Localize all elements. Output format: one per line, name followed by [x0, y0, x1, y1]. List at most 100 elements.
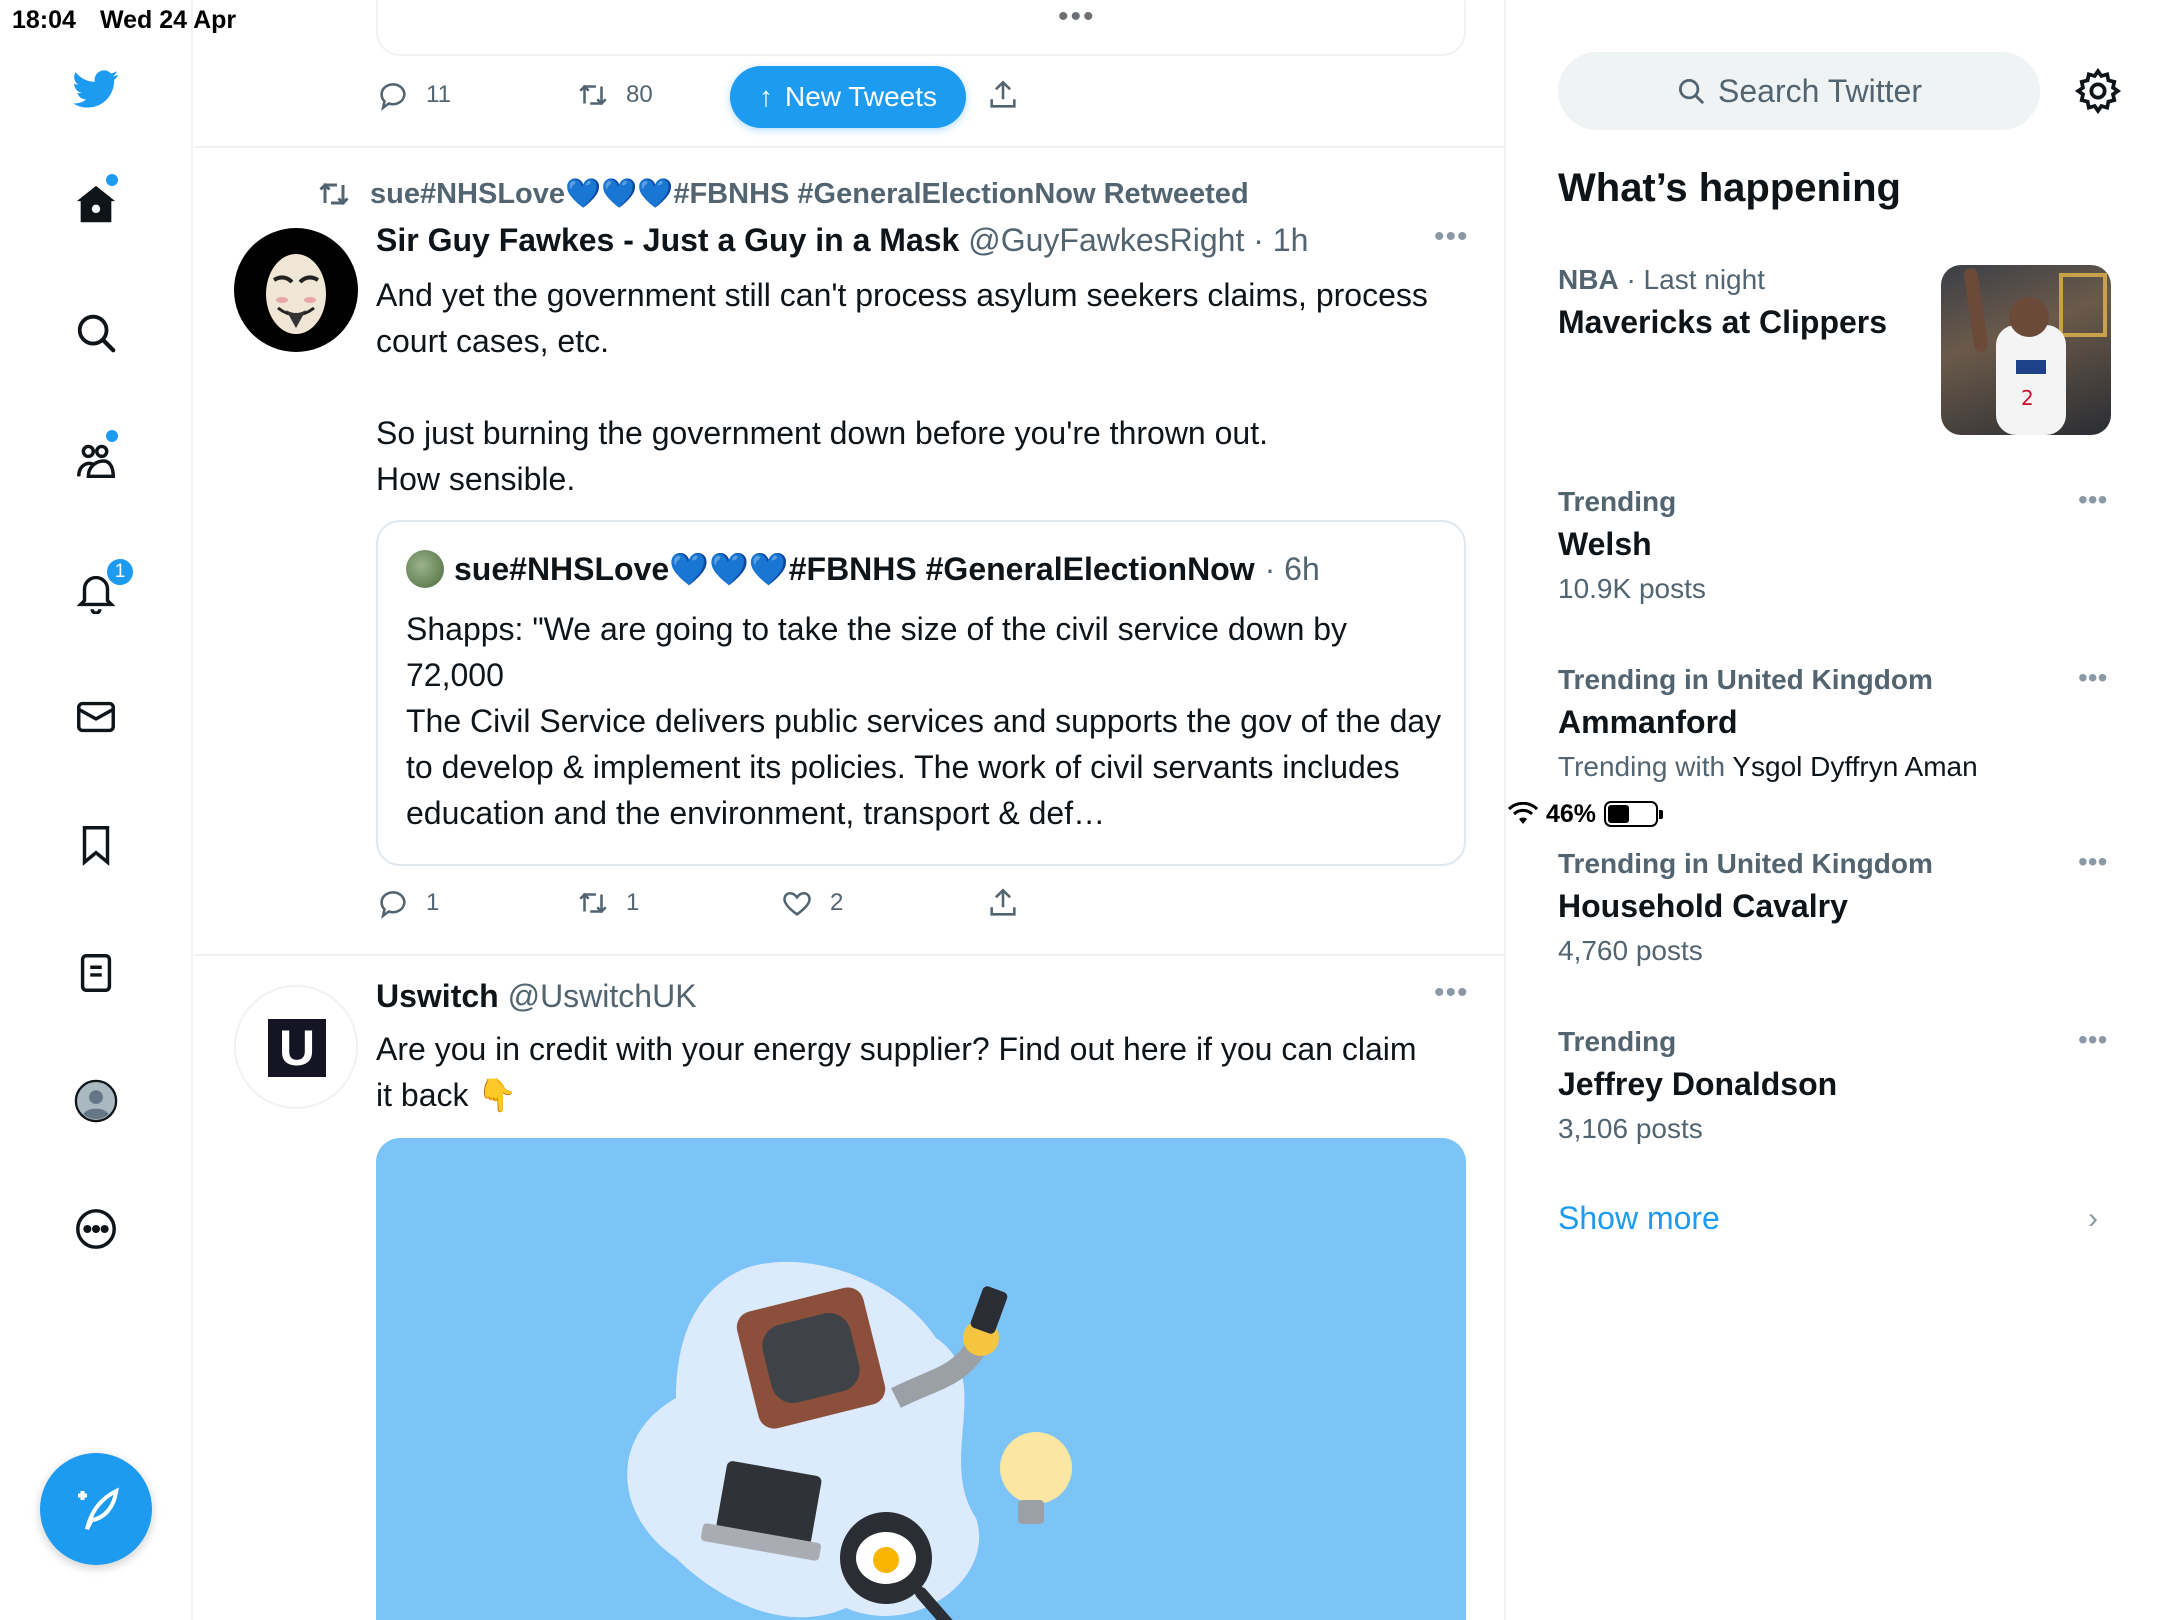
reply-button[interactable]: 11: [376, 78, 451, 112]
more-icon[interactable]: [71, 1204, 121, 1254]
home-unread-dot: [106, 174, 118, 186]
trend-category: Trending: [1558, 486, 1677, 517]
share-icon: [990, 888, 1016, 916]
trend-time: · Last night: [1626, 264, 1765, 295]
svg-text:2: 2: [2021, 386, 2034, 410]
retweet-count: 80: [626, 81, 653, 108]
divider: [194, 146, 1504, 148]
trend-item[interactable]: Trending Welsh 10.9K posts: [1558, 486, 2118, 605]
trending-with-link[interactable]: Ysgol Dyffryn Aman: [1732, 751, 1977, 782]
reply-icon: [380, 891, 406, 919]
trend-item[interactable]: NBA · Last night Mavericks at Clippers: [1558, 264, 1938, 341]
quoted-tweet-header: sue#NHSLove💙💙💙#FBNHS #GeneralElectionNow…: [406, 550, 1320, 588]
search-icon: [1679, 79, 1704, 104]
tweet-media-image[interactable]: [376, 1138, 1466, 1620]
trend-category: Trending: [1558, 1026, 1677, 1057]
divider: [194, 954, 1504, 956]
timeline: 11 80 ↑ New Tweets sue#NHSLove💙💙💙#FBNHS …: [194, 0, 1506, 1620]
trend-more-button[interactable]: •••: [2078, 484, 2107, 516]
trend-title: Household Cavalry: [1558, 888, 1848, 924]
gear-icon: [2074, 67, 2122, 115]
arrow-up-icon: ↑: [759, 81, 773, 112]
retweet-icon: [319, 182, 349, 206]
reply-count: 11: [426, 81, 451, 108]
trend-post-count: 3,106 posts: [1558, 1113, 1703, 1144]
author-name[interactable]: Uswitch: [376, 978, 499, 1014]
tweet-text: Are you in credit with your energy suppl…: [376, 1031, 1417, 1113]
quoted-author-avatar: [406, 550, 444, 588]
quoted-tweet-time: · 6h: [1264, 550, 1320, 587]
trend-item[interactable]: Trending Jeffrey Donaldson 3,106 posts: [1558, 1026, 2118, 1145]
author-handle[interactable]: @GuyFawkesRight: [968, 222, 1244, 258]
trend-more-button[interactable]: •••: [2078, 662, 2107, 694]
notification-count-badge: 1: [104, 556, 136, 588]
trend-title: Mavericks at Clippers: [1558, 304, 1888, 340]
communities-unread-dot: [106, 430, 118, 442]
trend-title: Welsh: [1558, 526, 1652, 562]
tweet-time[interactable]: · 1h: [1253, 222, 1308, 258]
reply-button[interactable]: 1: [376, 886, 439, 920]
trend-more-button[interactable]: •••: [2078, 846, 2107, 878]
trend-post-count: 10.9K posts: [1558, 573, 1706, 604]
previous-tweet-card-edge: [376, 0, 1466, 56]
author-name[interactable]: Sir Guy Fawkes - Just a Guy in a Mask: [376, 222, 959, 258]
compose-tweet-button[interactable]: [40, 1453, 152, 1565]
quoted-tweet-text: Shapps: "We are going to take the size o…: [406, 611, 1442, 831]
trend-category: NBA: [1558, 264, 1619, 295]
author-handle[interactable]: @UswitchUK: [508, 978, 697, 1014]
right-sidebar: Search Twitter What’s happening NBA · La…: [1508, 0, 2160, 1620]
tweet-more-button[interactable]: •••: [1434, 220, 1469, 254]
retweeted-by-text: sue#NHSLove💙💙💙#FBNHS #GeneralElectionNow…: [370, 178, 1249, 210]
show-more-link[interactable]: Show more: [1558, 1200, 1720, 1237]
lists-icon[interactable]: [71, 948, 121, 998]
search-icon[interactable]: [71, 308, 121, 358]
trend-thumbnail-image[interactable]: 2: [1941, 265, 2111, 435]
trend-post-count: 4,760 posts: [1558, 935, 1703, 966]
trend-title: Jeffrey Donaldson: [1558, 1066, 1838, 1102]
retweet-icon: [579, 892, 607, 914]
quoted-author-name: sue#NHSLove💙💙💙#FBNHS #GeneralElectionNow: [454, 551, 1255, 587]
share-button[interactable]: [986, 78, 1020, 112]
trend-title: Ammanford: [1558, 704, 1738, 740]
retweet-icon: [579, 84, 607, 106]
search-field[interactable]: Search Twitter: [1558, 52, 2040, 130]
home-icon[interactable]: [71, 180, 121, 230]
search-placeholder: Search Twitter: [1718, 72, 1922, 109]
retweeted-by-line[interactable]: sue#NHSLove💙💙💙#FBNHS #GeneralElectionNow…: [316, 176, 1249, 212]
tweet-author-row: Sir Guy Fawkes - Just a Guy in a Mask @G…: [376, 222, 1308, 259]
retweet-button[interactable]: 80: [576, 78, 653, 112]
trend-item[interactable]: Trending in United Kingdom Ammanford Tre…: [1558, 664, 2118, 783]
communities-icon[interactable]: [71, 436, 121, 486]
tweet-more-button[interactable]: •••: [1434, 976, 1469, 1010]
twitter-logo-icon[interactable]: [71, 64, 121, 114]
trend-more-button[interactable]: •••: [2078, 1024, 2107, 1056]
whats-happening-heading: What’s happening: [1558, 166, 1901, 210]
profile-icon[interactable]: [71, 1076, 121, 1126]
uswitch-avatar[interactable]: U: [234, 985, 358, 1109]
reply-count: 1: [426, 889, 440, 916]
reply-icon: [380, 83, 406, 111]
lightbulb-emoji: [1000, 1432, 1072, 1524]
share-icon: [990, 80, 1016, 108]
left-navigation: 1: [0, 0, 193, 1620]
tweet-author-row: Uswitch @UswitchUK: [376, 978, 697, 1015]
uswitch-logo: U: [268, 1019, 326, 1077]
trend-item[interactable]: Trending in United Kingdom Household Cav…: [1558, 848, 2118, 967]
trending-with-label: Trending with: [1558, 751, 1726, 782]
new-tweets-button[interactable]: ↑ New Tweets: [730, 66, 966, 128]
trend-category: Trending in United Kingdom: [1558, 664, 1933, 695]
share-button[interactable]: [986, 886, 1020, 920]
new-tweets-label: New Tweets: [785, 81, 937, 112]
guy-fawkes-avatar[interactable]: [234, 228, 358, 352]
messages-icon[interactable]: [71, 692, 121, 742]
heart-icon: [783, 891, 811, 916]
trend-category: Trending in United Kingdom: [1558, 848, 1933, 879]
like-count: 2: [830, 889, 844, 916]
quoted-tweet[interactable]: sue#NHSLove💙💙💙#FBNHS #GeneralElectionNow…: [376, 520, 1466, 866]
settings-button[interactable]: [2073, 66, 2123, 116]
retweet-count: 1: [626, 889, 640, 916]
retweet-button[interactable]: 1: [576, 886, 639, 920]
like-button[interactable]: 2: [780, 886, 843, 920]
bookmarks-icon[interactable]: [71, 820, 121, 870]
compose-icon: [78, 1487, 119, 1531]
